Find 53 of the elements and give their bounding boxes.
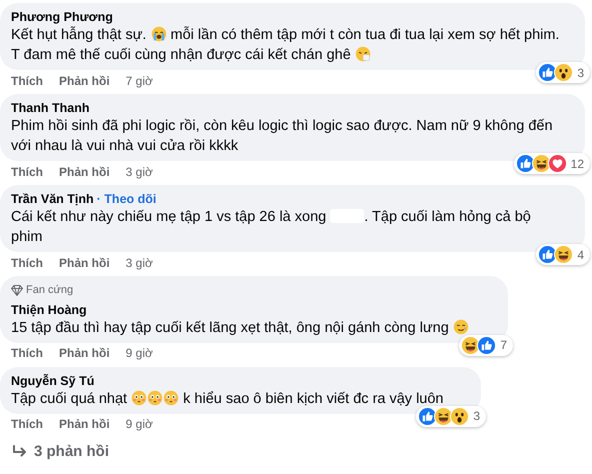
like-link[interactable]: Thích [11, 72, 43, 90]
reaction-count: 3 [577, 64, 584, 82]
reply-link[interactable]: Phản hồi [59, 72, 110, 90]
like-link[interactable]: Thích [11, 162, 43, 180]
reaction-summary[interactable]: 3 [536, 62, 590, 83]
crying-emoji-icon [150, 26, 166, 42]
comment-time[interactable]: 9 giờ [126, 344, 153, 362]
reaction-count: 4 [577, 246, 584, 264]
like-reaction-icon [516, 154, 535, 173]
like-link[interactable]: Thích [11, 254, 43, 272]
reply-link[interactable]: Phản hồi [59, 344, 110, 362]
surprised-reaction-icon [450, 406, 470, 426]
like-reaction-icon [477, 336, 496, 354]
reaction-count: 12 [570, 156, 584, 172]
flushed-emoji-icon [147, 390, 164, 406]
comment-text: Phim hồi sinh đã phi logic rồi, còn kêu logic thì logic sao được. Nam nữ 9 không đến với nhau là vui nhà vui cửa rồi kkkk [11, 117, 554, 156]
laughing-reaction-icon [532, 154, 551, 173]
commenter-name[interactable]: Thanh Thanh [11, 100, 90, 116]
like-link[interactable]: Thích [11, 344, 43, 362]
follow-link[interactable]: · Theo dõi [96, 191, 156, 207]
reaction-count: 7 [500, 337, 507, 354]
diamond-icon [11, 284, 23, 296]
comment-text: 15 tập đầu thì hay tập cuối kết lãng xẹt thật, ông nội gánh còng lưng [11, 318, 497, 338]
commenter-name[interactable]: Phương Phương [11, 9, 113, 25]
laughing-reaction-icon [554, 245, 574, 264]
sneezing-emoji-icon [354, 46, 371, 62]
comment-time[interactable]: 9 giờ [126, 415, 153, 433]
reaction-summary[interactable]: 12 [514, 153, 590, 174]
like-link[interactable]: Thích [11, 415, 43, 433]
reply-arrow-icon [12, 444, 28, 459]
reply-link[interactable]: Phản hồi [59, 254, 110, 272]
heart-reaction-icon [548, 154, 567, 173]
flushed-emoji-icon [131, 390, 148, 406]
comment-text: Tập cuối quá nhạt k hiểu sao ô biên kịch viết đc ra vậy luôn [11, 388, 444, 408]
reaction-summary[interactable]: 7 [459, 334, 513, 356]
comment-time[interactable]: 7 giờ [126, 72, 153, 90]
reply-link[interactable]: Phản hồi [59, 162, 110, 180]
commenter-name[interactable]: Thiện Hoàng [11, 302, 87, 318]
comment-text: Cái kết như này chiếu mẹ tập 1 vs tập 26 là xong . Tập cuối làm hỏng cả bộ phim [11, 208, 532, 247]
flushed-emoji-icon [163, 390, 180, 406]
reaction-summary[interactable]: 4 [536, 244, 590, 265]
reaction-count: 3 [473, 408, 480, 425]
surprised-reaction-icon [554, 63, 574, 82]
commenter-name[interactable]: Nguyễn Sỹ Tú [11, 372, 94, 388]
commenter-name[interactable]: Trần Văn Tịnh [11, 191, 94, 207]
comment-time[interactable]: 3 giờ [126, 162, 153, 180]
reply-link[interactable]: Phản hồi [59, 415, 110, 433]
comment-text: Kết hụt hẫng thật sự. mỗi lần có thêm tập mới t còn tua đi tua lại xem sợ hết phim. T đam mê thế cuối cùng nhận được cái kết chán ghê [11, 25, 560, 65]
comment-time[interactable]: 3 giờ [126, 254, 153, 272]
teary-smile-emoji-icon [452, 318, 469, 334]
reaction-summary[interactable]: 3 [416, 406, 486, 426]
fan-label: Fan cứng [26, 283, 74, 298]
view-replies-link[interactable]: 3 phản hồi [34, 440, 109, 463]
